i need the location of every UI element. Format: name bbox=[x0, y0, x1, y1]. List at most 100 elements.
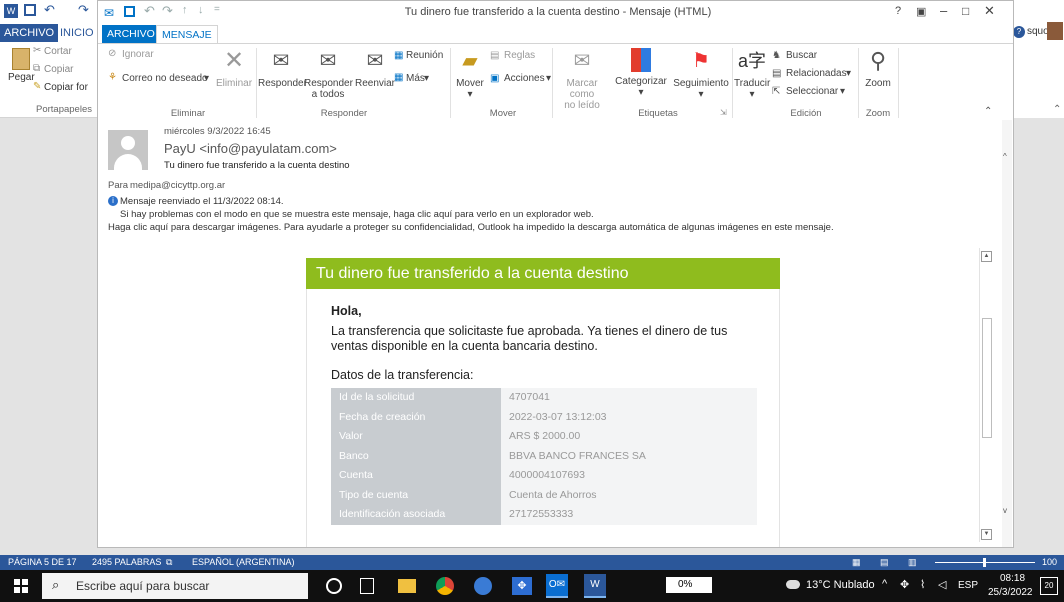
sender-name[interactable]: PayU <info@payulatam.com> bbox=[164, 141, 337, 156]
word-undo-icon[interactable]: ↶ bbox=[44, 2, 55, 18]
etiquetas-dialog-launcher-icon[interactable]: ⇲ bbox=[720, 108, 727, 117]
actions-button[interactable]: Acciones bbox=[504, 73, 545, 84]
word-collapse-ribbon-icon[interactable]: ⌃ bbox=[1053, 104, 1061, 115]
word-redo-icon[interactable]: ↷ bbox=[78, 2, 89, 18]
scroll-down-icon[interactable]: v bbox=[1003, 506, 1007, 515]
body-scroll-down-button[interactable]: ▼ bbox=[981, 529, 992, 540]
tab-mensaje[interactable]: MENSAJE bbox=[156, 25, 218, 44]
related-button[interactable]: Relacionadas bbox=[786, 68, 847, 79]
more-respond-dropdown-icon[interactable]: ▾ bbox=[424, 73, 429, 84]
body-scrollbar[interactable]: ▲ ▼ bbox=[979, 248, 993, 542]
junk-mail-button[interactable]: Correo no deseado bbox=[122, 73, 208, 84]
header-scrollbar[interactable]: ^ v bbox=[1002, 120, 1012, 547]
word-app-icon[interactable]: W bbox=[4, 4, 18, 18]
related-dropdown-icon[interactable]: ▾ bbox=[846, 68, 851, 79]
junk-dropdown-icon[interactable]: ▾ bbox=[204, 73, 209, 84]
undo-icon[interactable]: ↶ bbox=[144, 3, 155, 19]
avatar[interactable] bbox=[1047, 22, 1063, 40]
paste-icon[interactable] bbox=[12, 48, 30, 70]
find-button[interactable]: Buscar bbox=[786, 50, 817, 61]
forward-button[interactable]: ✉ Reenviar bbox=[352, 48, 398, 89]
ribbon-display-options-icon[interactable]: ▣ bbox=[916, 5, 926, 18]
weather-text[interactable]: 13°C Nublado bbox=[806, 579, 875, 591]
tray-chevron-icon[interactable]: ^ bbox=[882, 578, 887, 590]
minimize-button[interactable]: – bbox=[940, 3, 947, 18]
up-arrow-icon[interactable]: ↑ bbox=[182, 4, 188, 16]
input-language[interactable]: ESP bbox=[958, 580, 978, 591]
progress-app-icon[interactable]: 0% bbox=[666, 577, 712, 593]
word-count[interactable]: 2495 PALABRAS bbox=[92, 555, 161, 570]
cut-icon[interactable]: ✂ bbox=[33, 45, 41, 56]
notifications-icon[interactable]: 20 bbox=[1040, 577, 1058, 595]
down-arrow-icon[interactable]: ↓ bbox=[198, 4, 204, 16]
outlook-taskbar-icon[interactable]: O✉ bbox=[546, 574, 568, 598]
format-painter-button[interactable]: Copiar for bbox=[44, 82, 88, 93]
delete-button[interactable]: ✕ Eliminar bbox=[212, 48, 256, 90]
rules-button[interactable]: Reglas bbox=[504, 50, 535, 61]
read-mode-icon[interactable]: ▦ bbox=[852, 555, 861, 570]
select-dropdown-icon[interactable]: ▾ bbox=[840, 86, 845, 97]
translate-button[interactable]: a字 Traducir ▾ bbox=[734, 48, 770, 100]
proofing-icon[interactable]: ⧉ bbox=[166, 555, 172, 570]
tab-archivo[interactable]: ARCHIVO bbox=[102, 25, 160, 43]
word-save-icon[interactable] bbox=[24, 4, 36, 16]
task-view-icon[interactable] bbox=[360, 578, 374, 594]
clock-time[interactable]: 08:18 bbox=[1000, 573, 1025, 584]
dropbox-icon[interactable]: ✥ bbox=[512, 577, 532, 595]
language-indicator[interactable]: ESPAÑOL (ARGENTINA) bbox=[192, 555, 295, 570]
mark-unread-button[interactable]: ✉ Marcar como no leído bbox=[554, 48, 610, 111]
tray-dropbox-icon[interactable]: ✥ bbox=[900, 578, 909, 591]
redo-icon[interactable]: ↷ bbox=[162, 3, 173, 19]
wifi-icon[interactable]: ⌇ bbox=[920, 578, 925, 591]
to-recipient[interactable]: medipa@cicyttp.org.ar bbox=[130, 180, 225, 191]
actions-dropdown-icon[interactable]: ▾ bbox=[546, 73, 551, 84]
word-tab-archivo[interactable]: ARCHIVO bbox=[0, 24, 59, 42]
weather-icon[interactable] bbox=[786, 580, 800, 589]
download-images-infobar[interactable]: Haga clic aquí para descargar imágenes. … bbox=[108, 222, 834, 233]
browser-icon[interactable] bbox=[474, 577, 492, 595]
scroll-up-icon[interactable]: ^ bbox=[1003, 152, 1007, 161]
taskbar-search-box[interactable]: ⌕ Escribe aquí para buscar bbox=[42, 573, 308, 599]
save-icon[interactable] bbox=[124, 6, 135, 17]
move-button[interactable]: ▰ Mover ▾ bbox=[452, 48, 488, 100]
copy-button[interactable]: Copiar bbox=[44, 64, 73, 75]
paste-button[interactable]: Pegar bbox=[8, 72, 35, 83]
page-count[interactable]: PÁGINA 5 DE 17 bbox=[8, 555, 77, 570]
portapapeles-group-label: Portapapeles bbox=[36, 104, 92, 115]
word-tab-inicio[interactable]: INICIO bbox=[56, 24, 98, 42]
print-layout-icon[interactable]: ▤ bbox=[880, 555, 889, 570]
ribbon: ⊘ Ignorar ⚘ Correo no deseado ▾ ✕ Elimin… bbox=[98, 43, 1013, 121]
close-button[interactable]: ✕ bbox=[984, 3, 995, 19]
format-painter-icon[interactable]: ✎ bbox=[33, 81, 41, 92]
reply-all-button[interactable]: ✉ Responder a todos bbox=[304, 48, 353, 100]
word-taskbar-icon[interactable]: W bbox=[584, 574, 606, 598]
body-scroll-thumb[interactable] bbox=[982, 318, 992, 438]
view-in-browser-infobar[interactable]: Si hay problemas con el modo en que se m… bbox=[120, 209, 594, 220]
web-layout-icon[interactable]: ▥ bbox=[908, 555, 917, 570]
help-button[interactable]: ? bbox=[895, 5, 901, 17]
help-icon[interactable]: ? bbox=[1013, 26, 1025, 38]
cut-button[interactable]: Cortar bbox=[44, 46, 72, 57]
clock-date[interactable]: 25/3/2022 bbox=[988, 587, 1033, 598]
zoom-button[interactable]: ⚲ Zoom bbox=[860, 48, 896, 89]
ignore-button[interactable]: Ignorar bbox=[122, 49, 154, 60]
follow-up-button[interactable]: ⚑ Seguimiento ▾ bbox=[672, 48, 730, 100]
categorize-button[interactable]: Categorizar ▾ bbox=[612, 48, 670, 98]
more-respond-button[interactable]: Más bbox=[406, 73, 425, 84]
collapse-ribbon-icon[interactable]: ⌃ bbox=[984, 106, 992, 117]
reply-button[interactable]: ✉ Responder bbox=[258, 48, 307, 89]
meeting-button[interactable]: Reunión bbox=[406, 50, 443, 61]
body-scroll-up-button[interactable]: ▲ bbox=[981, 251, 992, 262]
windows-start-icon[interactable] bbox=[14, 579, 28, 593]
chrome-icon[interactable] bbox=[436, 577, 454, 595]
customize-qat-icon[interactable]: = bbox=[214, 4, 220, 15]
maximize-button[interactable]: □ bbox=[962, 4, 969, 18]
copy-icon[interactable]: ⧉ bbox=[33, 63, 40, 74]
select-button[interactable]: Seleccionar bbox=[786, 86, 838, 97]
table-row-label: Valor bbox=[331, 427, 501, 447]
file-explorer-icon[interactable] bbox=[398, 579, 416, 593]
ignore-icon: ⊘ bbox=[108, 48, 117, 59]
zoom-slider-thumb[interactable] bbox=[983, 558, 986, 567]
volume-icon[interactable]: ◁ bbox=[938, 578, 946, 591]
cortana-icon[interactable] bbox=[326, 578, 342, 594]
